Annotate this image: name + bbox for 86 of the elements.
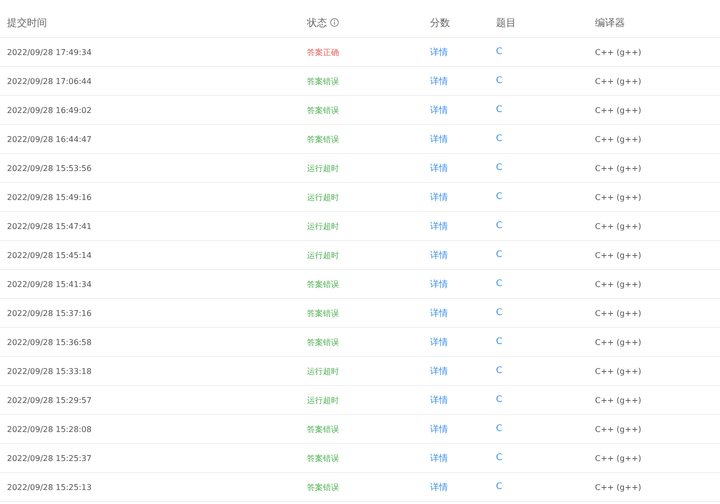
problem-link[interactable]: C — [496, 192, 502, 202]
submit-time: 2022/09/28 15:36:58 — [6, 338, 92, 346]
compiler-text: C++ (g++) — [594, 308, 642, 318]
submit-time: 2022/09/28 16:49:02 — [6, 106, 92, 114]
status-text: 答案错误 — [306, 278, 339, 290]
submit-time: 2022/09/28 15:49:16 — [6, 192, 92, 202]
compiler-text: C++ (g++) — [594, 192, 642, 202]
compiler-text: C++ (g++) — [594, 106, 642, 114]
compiler-text: C++ (g++) — [594, 482, 642, 492]
submit-time: 2022/09/28 15:45:14 — [6, 250, 92, 260]
column-header: 编译器 — [595, 16, 625, 30]
column-header: 分数 — [430, 16, 450, 30]
details-link[interactable]: 详情 — [430, 278, 448, 290]
compiler-text: C++ (g++) — [594, 48, 642, 56]
status-text: 答案错误 — [306, 104, 339, 116]
status-text: 答案正确 — [306, 46, 339, 58]
details-link[interactable]: 详情 — [430, 336, 448, 348]
details-link[interactable]: 详情 — [430, 220, 448, 232]
status-text: 答案错误 — [306, 452, 339, 464]
submit-time: 2022/09/28 15:53:56 — [6, 164, 92, 172]
compiler-text: C++ (g++) — [594, 250, 642, 260]
problem-link[interactable]: C — [496, 134, 502, 144]
compiler-text: C++ (g++) — [594, 222, 642, 230]
column-header: 提交时间 — [7, 16, 47, 30]
status-text: 答案错误 — [306, 482, 339, 492]
status-text: 运行超时 — [306, 250, 339, 260]
compiler-text: C++ (g++) — [594, 366, 642, 376]
compiler-text: C++ (g++) — [594, 164, 642, 172]
submit-time: 2022/09/28 15:37:16 — [6, 308, 92, 318]
problem-link[interactable]: C — [496, 250, 502, 260]
details-link[interactable]: 详情 — [430, 422, 448, 436]
status-text: 运行超时 — [306, 394, 339, 406]
details-link[interactable]: 详情 — [430, 452, 448, 464]
details-link[interactable]: 详情 — [430, 480, 448, 494]
details-link[interactable]: 详情 — [430, 306, 448, 320]
details-link[interactable]: 详情 — [430, 74, 448, 88]
compiler-text: C++ (g++) — [594, 134, 642, 144]
problem-link[interactable]: C — [496, 308, 502, 318]
status-text: 答案错误 — [306, 336, 339, 348]
problem-link[interactable]: C — [496, 337, 502, 347]
submit-time: 2022/09/28 17:49:34 — [6, 48, 92, 56]
problem-link[interactable]: C — [496, 163, 502, 173]
submit-time: 2022/09/28 15:28:08 — [6, 424, 92, 434]
details-link[interactable]: 详情 — [430, 248, 448, 262]
details-link[interactable]: 详情 — [430, 104, 448, 116]
status-text: 运行超时 — [306, 192, 339, 202]
compiler-text: C++ (g++) — [594, 76, 642, 86]
details-link[interactable]: 详情 — [430, 132, 448, 146]
submit-time: 2022/09/28 15:25:37 — [6, 454, 92, 462]
status-text: 运行超时 — [306, 162, 339, 174]
problem-link[interactable]: C — [496, 366, 502, 376]
compiler-text: C++ (g++) — [594, 396, 642, 404]
problem-link[interactable]: C — [496, 76, 502, 86]
compiler-text: C++ (g++) — [594, 454, 642, 462]
status-text: 答案错误 — [306, 308, 339, 318]
problem-link[interactable]: C — [496, 424, 502, 434]
problem-link[interactable]: C — [496, 453, 502, 463]
submit-time: 2022/09/28 17:06:44 — [6, 76, 92, 86]
problem-link[interactable]: C — [496, 395, 502, 405]
submit-time: 2022/09/28 16:44:47 — [6, 134, 92, 144]
details-link[interactable]: 详情 — [430, 394, 448, 406]
problem-link[interactable]: C — [496, 47, 502, 57]
column-header: 状态 — [307, 16, 327, 30]
submit-time: 2022/09/28 15:29:57 — [6, 396, 92, 404]
info-icon[interactable] — [330, 18, 339, 27]
problem-link[interactable]: C — [496, 482, 502, 492]
status-text: 答案错误 — [306, 424, 339, 434]
status-text: 答案错误 — [306, 134, 339, 144]
compiler-text: C++ (g++) — [594, 280, 642, 288]
submit-time: 2022/09/28 15:41:34 — [6, 280, 92, 288]
details-link[interactable]: 详情 — [430, 46, 448, 58]
status-text: 答案错误 — [306, 76, 339, 86]
submit-time: 2022/09/28 15:33:18 — [6, 366, 92, 376]
column-header: 题目 — [496, 16, 516, 30]
details-link[interactable]: 详情 — [430, 364, 448, 378]
status-text: 运行超时 — [306, 366, 339, 376]
problem-link[interactable]: C — [496, 105, 502, 115]
submit-time: 2022/09/28 15:25:13 — [6, 482, 92, 492]
compiler-text: C++ (g++) — [594, 424, 642, 434]
status-text: 运行超时 — [306, 220, 339, 232]
details-link[interactable]: 详情 — [430, 190, 448, 204]
submit-time: 2022/09/28 15:47:41 — [6, 222, 92, 230]
compiler-text: C++ (g++) — [594, 338, 642, 346]
details-link[interactable]: 详情 — [430, 162, 448, 174]
problem-link[interactable]: C — [496, 221, 502, 231]
problem-link[interactable]: C — [496, 279, 502, 289]
